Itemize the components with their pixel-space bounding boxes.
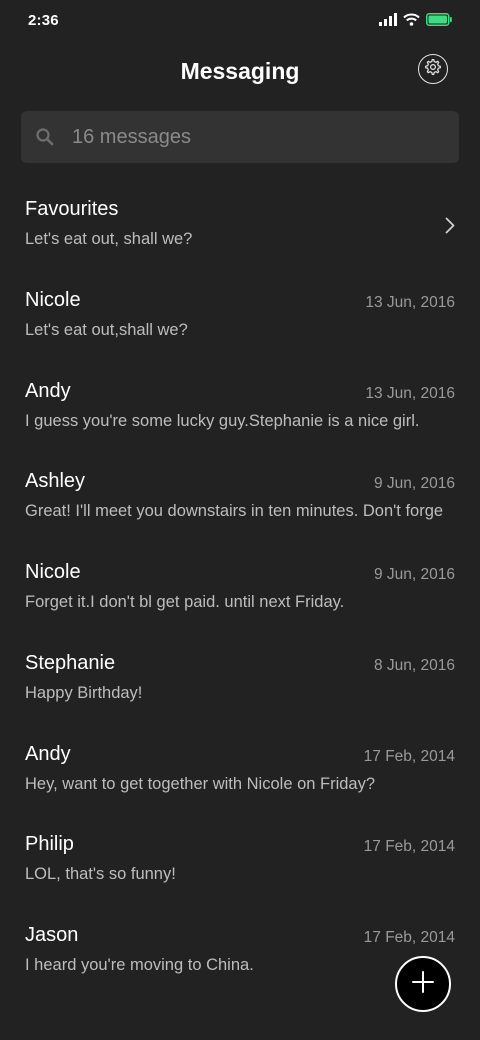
conversation-date: 8 Jun, 2016 [373,656,455,674]
conversation-name: Andy [25,742,71,765]
gear-icon [424,58,442,81]
conversation-snippet: I heard you're moving to China. [25,956,254,974]
plus-icon [411,970,435,999]
conversation-date: 17 Feb, 2014 [363,838,455,856]
conversation-snippet: I guess you're some lucky guy.Stephanie … [25,411,420,430]
conversation-name: Stephanie [25,651,116,674]
conversation-snippet: Forget it.I don't bl get paid. until nex… [25,593,345,611]
conversation-list: Favourites Let's eat out, shall we? Nico… [0,179,480,996]
conversation-item[interactable]: Philip 17 Feb, 2014 LOL, that's so funny… [0,814,480,905]
conversation-snippet: Hey, want to get together with Nicole on… [25,774,376,793]
conversation-snippet: Great! I'll meet you downstairs in ten m… [25,502,444,521]
settings-button[interactable] [418,54,448,84]
conversation-name: Nicole [25,288,81,311]
conversation-date: 13 Jun, 2016 [365,384,455,402]
conversation-date: 13 Jun, 2016 [365,293,455,311]
conversation-snippet: Let's eat out,shall we? [25,320,188,339]
conversation-item[interactable]: Nicole 13 Jun, 2016 Let's eat out,shall … [0,270,480,361]
conversation-snippet: Happy Birthday! [25,683,143,702]
status-bar: 2:36 [0,0,480,44]
conversation-name: Jason [25,924,79,946]
page-title: Messaging [180,58,300,84]
conversation-item-favourites[interactable]: Favourites Let's eat out, shall we? [0,179,480,270]
conversation-item[interactable]: Nicole 9 Jun, 2016 Forget it.I don't bl … [0,542,480,633]
conversation-name: Ashley [25,470,86,493]
conversation-snippet: Let's eat out, shall we? [25,230,193,248]
conversation-item[interactable]: Andy 17 Feb, 2014 Hey, want to get toget… [0,724,480,815]
new-message-button[interactable] [395,956,451,1012]
conversation-date: 9 Jun, 2016 [373,475,455,493]
conversation-date: 9 Jun, 2016 [373,566,455,583]
search-icon [35,127,55,152]
conversation-name: Nicole [25,561,81,583]
conversation-name: Philip [25,833,74,856]
app-header: Messaging [0,48,480,96]
conversation-item[interactable]: Stephanie 8 Jun, 2016 Happy Birthday! [0,633,480,724]
conversation-item[interactable]: Ashley 9 Jun, 2016 Great! I'll meet you … [0,451,480,542]
status-icons [379,13,452,31]
battery-icon [426,13,452,31]
conversation-date: 17 Feb, 2014 [363,747,455,765]
search-input[interactable] [71,111,442,163]
conversation-item[interactable]: Andy 13 Jun, 2016 I guess you're some lu… [0,361,480,452]
signal-icon [379,13,397,31]
status-time: 2:36 [28,12,59,29]
search-bar[interactable] [21,111,459,163]
conversation-date: 17 Feb, 2014 [363,929,455,946]
chevron-right-icon [445,217,455,239]
conversation-name: Favourites [25,198,119,220]
wifi-icon [403,13,420,31]
conversation-name: Andy [25,379,71,402]
conversation-snippet: LOL, that's so funny! [25,865,176,884]
